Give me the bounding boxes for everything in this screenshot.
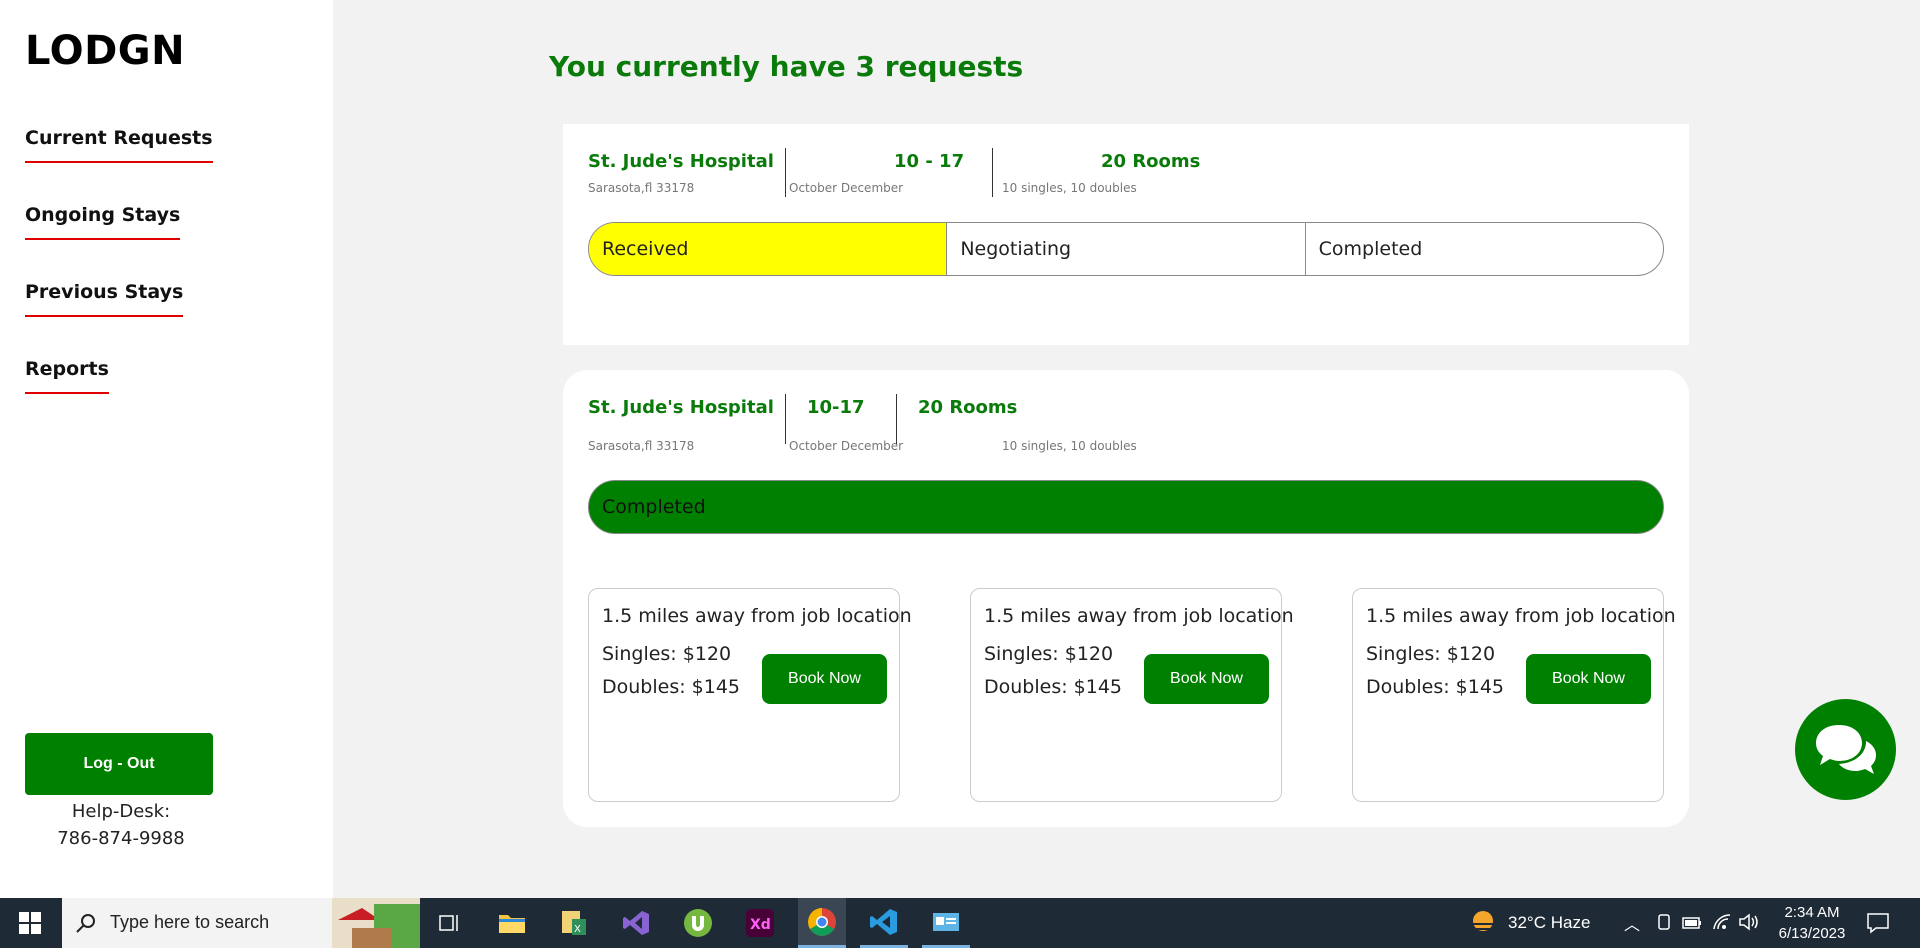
nav-previous-stays[interactable]: Previous Stays — [25, 281, 184, 317]
weather-text[interactable]: 32°C Haze — [1508, 913, 1590, 933]
hotel-offer-card: 1.5 miles away from job location Singles… — [970, 588, 1294, 802]
hotel-singles-price: Singles: $120 — [602, 643, 732, 665]
status-progress: Received Negotiating Completed — [588, 222, 1664, 276]
divider — [785, 148, 786, 197]
clock-time: 2:34 AM — [1784, 904, 1840, 921]
battery-icon[interactable] — [1682, 916, 1702, 930]
search-placeholder: Type here to search — [110, 912, 270, 932]
clock[interactable]: 2:34 AM 6/13/2023 — [1772, 902, 1852, 944]
request-card: St. Jude's Hospital Sarasota,fl 33178 10… — [563, 124, 1689, 345]
hotel-offer-card: 1.5 miles away from job location Singles… — [588, 588, 912, 802]
logout-button[interactable]: Log - Out — [25, 733, 213, 795]
hotel-doubles-price: Doubles: $145 — [984, 676, 1123, 698]
windows-icon — [19, 912, 41, 934]
file-explorer-icon[interactable] — [488, 898, 536, 948]
request-months: October December — [789, 439, 904, 453]
sidebar: LODGN Current Requests Ongoing Stays Pre… — [0, 0, 333, 898]
book-now-button[interactable]: Book Now — [762, 654, 887, 704]
helpdesk-phone: 786-874-9988 — [57, 828, 185, 849]
room-detail: 10 singles, 10 doubles — [1002, 181, 1137, 195]
book-now-button[interactable]: Book Now — [1144, 654, 1269, 704]
volume-icon[interactable] — [1738, 913, 1760, 931]
hospital-address: Sarasota,fl 33178 — [588, 439, 695, 453]
room-count: 20 Rooms — [1101, 151, 1201, 172]
nav-ongoing-stays[interactable]: Ongoing Stays — [25, 204, 181, 240]
nav-reports[interactable]: Reports — [25, 358, 109, 394]
app-icon[interactable]: X — [550, 898, 598, 948]
chat-button[interactable] — [1795, 699, 1896, 800]
taskbar: Type here to search X Xd 32°C Haze ︿ 2:3… — [0, 898, 1920, 948]
room-count: 20 Rooms — [918, 397, 1018, 418]
divider — [992, 148, 993, 197]
search-icon — [76, 914, 95, 933]
hotel-distance: 1.5 miles away from job location — [602, 605, 912, 627]
hotel-doubles-price: Doubles: $145 — [1366, 676, 1505, 698]
request-card: St. Jude's Hospital Sarasota,fl 33178 10… — [563, 370, 1689, 827]
request-dates: 10-17 — [807, 397, 865, 418]
stage-negotiating: Negotiating — [946, 223, 1304, 275]
clock-date: 6/13/2023 — [1778, 925, 1846, 942]
stage-received: Received — [589, 223, 947, 275]
utorrent-icon[interactable] — [674, 898, 722, 948]
hotel-distance: 1.5 miles away from job location — [984, 605, 1294, 627]
notifications-icon[interactable] — [1866, 912, 1890, 934]
app-logo: LODGN — [25, 28, 186, 74]
chat-bubbles-icon — [1815, 724, 1876, 774]
status-completed-bar: Completed — [588, 480, 1664, 534]
divider — [896, 394, 897, 444]
divider — [785, 394, 786, 444]
hospital-name: St. Jude's Hospital — [588, 397, 774, 418]
nav-current-requests[interactable]: Current Requests — [25, 127, 213, 163]
hotel-doubles-price: Doubles: $145 — [602, 676, 741, 698]
adobe-xd-icon[interactable]: Xd — [736, 898, 784, 948]
request-months: October December — [789, 181, 904, 195]
book-now-button[interactable]: Book Now — [1526, 654, 1651, 704]
control-panel-icon[interactable] — [922, 898, 970, 948]
hospital-address: Sarasota,fl 33178 — [588, 181, 695, 195]
taskbar-search[interactable]: Type here to search — [62, 898, 420, 948]
page-title: You currently have 3 requests — [549, 50, 1024, 83]
svg-text:X: X — [574, 924, 581, 935]
hospital-name: St. Jude's Hospital — [588, 151, 774, 172]
chrome-icon[interactable] — [798, 898, 846, 948]
visual-studio-icon[interactable] — [612, 898, 660, 948]
svg-text:Xd: Xd — [750, 917, 771, 933]
weather-haze-icon — [1470, 911, 1496, 931]
helpdesk-label: Help-Desk: — [71, 801, 171, 822]
stage-completed: Completed — [1304, 223, 1663, 275]
chevron-up-icon[interactable]: ︿ — [1624, 911, 1640, 935]
hotel-singles-price: Singles: $120 — [1366, 643, 1496, 665]
hotel-offer-card: 1.5 miles away from job location Singles… — [1352, 588, 1676, 802]
helpdesk-info: Help-Desk: 786-874-9988 — [25, 798, 217, 852]
wifi-icon[interactable] — [1712, 913, 1732, 931]
hotel-distance: 1.5 miles away from job location — [1366, 605, 1676, 627]
meet-now-icon[interactable] — [1656, 914, 1672, 932]
search-highlight-icon — [332, 898, 420, 948]
vscode-icon[interactable] — [860, 898, 908, 948]
request-dates: 10 - 17 — [894, 151, 965, 172]
hotel-singles-price: Singles: $120 — [984, 643, 1114, 665]
room-detail: 10 singles, 10 doubles — [1002, 439, 1137, 453]
task-view-icon[interactable] — [426, 898, 474, 948]
start-button[interactable] — [6, 898, 54, 948]
